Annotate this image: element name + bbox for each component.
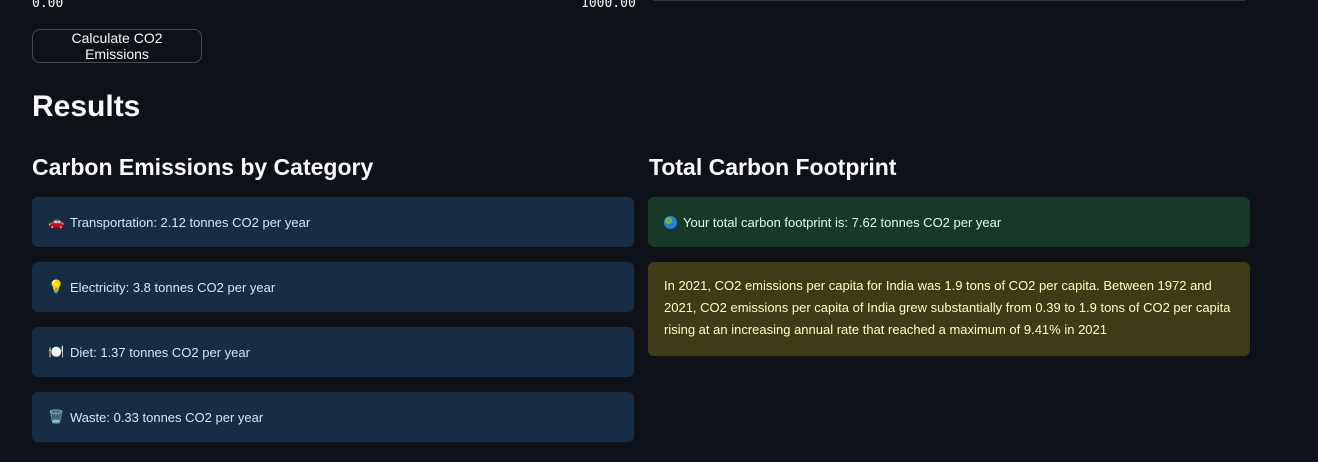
globe-icon <box>664 215 677 229</box>
total-heading: Total Carbon Footprint <box>649 154 897 180</box>
waste-alert: 🗑️ Waste: 0.33 tonnes CO2 per year <box>32 392 634 442</box>
total-footprint-text: Your total carbon footprint is: 7.62 ton… <box>683 214 1002 230</box>
car-icon: 🚗 <box>48 214 65 229</box>
waste-text: Waste: 0.33 tonnes CO2 per year <box>70 409 264 425</box>
electricity-text: Electricity: 3.8 tonnes CO2 per year <box>70 279 276 295</box>
category-heading: Carbon Emissions by Category <box>32 154 374 180</box>
transportation-text: Transportation: 2.12 tonnes CO2 per year <box>70 214 311 230</box>
diet-text: Diet: 1.37 tonnes CO2 per year <box>70 344 250 360</box>
slider-track[interactable] <box>653 0 1245 1</box>
wastebasket-icon: 🗑️ <box>48 409 65 424</box>
transportation-alert: 🚗 Transportation: 2.12 tonnes CO2 per ye… <box>32 197 634 247</box>
slider-max-label: 1000.00 <box>581 0 636 11</box>
results-title: Results <box>32 90 141 123</box>
plate-icon: 🍽️ <box>48 344 65 359</box>
lightbulb-icon: 💡 <box>48 279 65 294</box>
slider-min-label: 0.00 <box>32 0 64 11</box>
india-emissions-text: In 2021, CO2 emissions per capita for In… <box>664 278 1231 337</box>
diet-alert: 🍽️ Diet: 1.37 tonnes CO2 per year <box>32 327 634 377</box>
india-emissions-info: In 2021, CO2 emissions per capita for In… <box>648 262 1250 356</box>
total-footprint-alert: Your total carbon footprint is: 7.62 ton… <box>648 197 1250 247</box>
electricity-alert: 💡 Electricity: 3.8 tonnes CO2 per year <box>32 262 634 312</box>
calculate-co2-button[interactable]: Calculate CO2 Emissions <box>32 29 202 63</box>
results-page: 0.00 1000.00 Calculate CO2 Emissions Res… <box>0 0 1318 462</box>
